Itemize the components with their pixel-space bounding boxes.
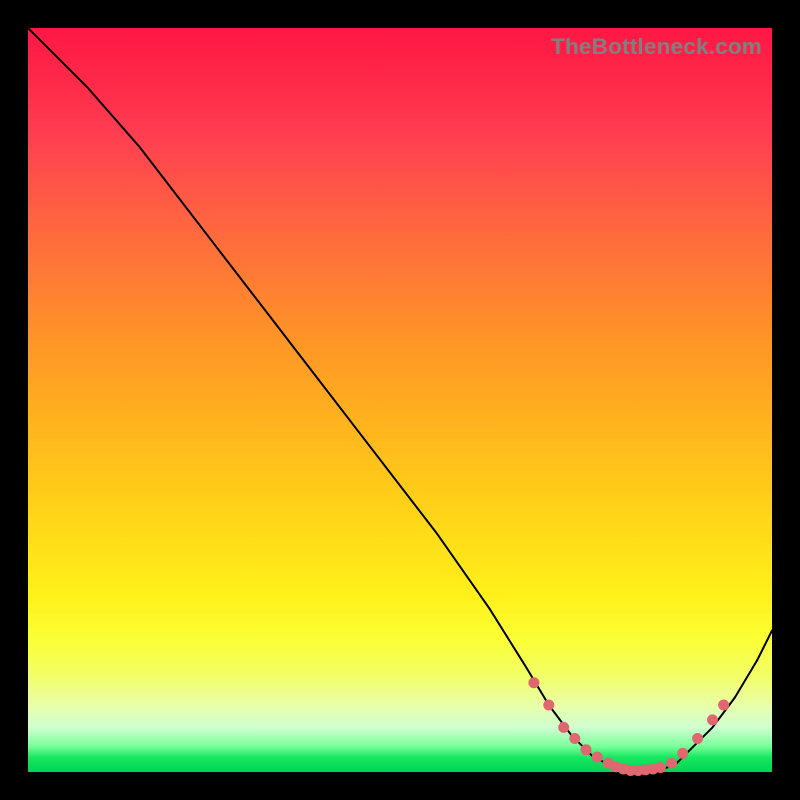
marker-point <box>581 744 592 755</box>
marker-point <box>692 733 703 744</box>
marker-point <box>707 714 718 725</box>
highlight-markers <box>528 677 729 776</box>
marker-point <box>528 677 539 688</box>
marker-point <box>677 748 688 759</box>
marker-point <box>592 752 603 763</box>
plot-area: TheBottleneck.com <box>28 28 772 772</box>
marker-point <box>558 722 569 733</box>
marker-point <box>718 700 729 711</box>
bottleneck-curve <box>28 28 772 771</box>
marker-point <box>666 758 677 769</box>
chart-container: TheBottleneck.com <box>0 0 800 800</box>
chart-svg <box>28 28 772 772</box>
marker-point <box>543 700 554 711</box>
marker-point <box>569 733 580 744</box>
marker-point <box>655 762 666 773</box>
